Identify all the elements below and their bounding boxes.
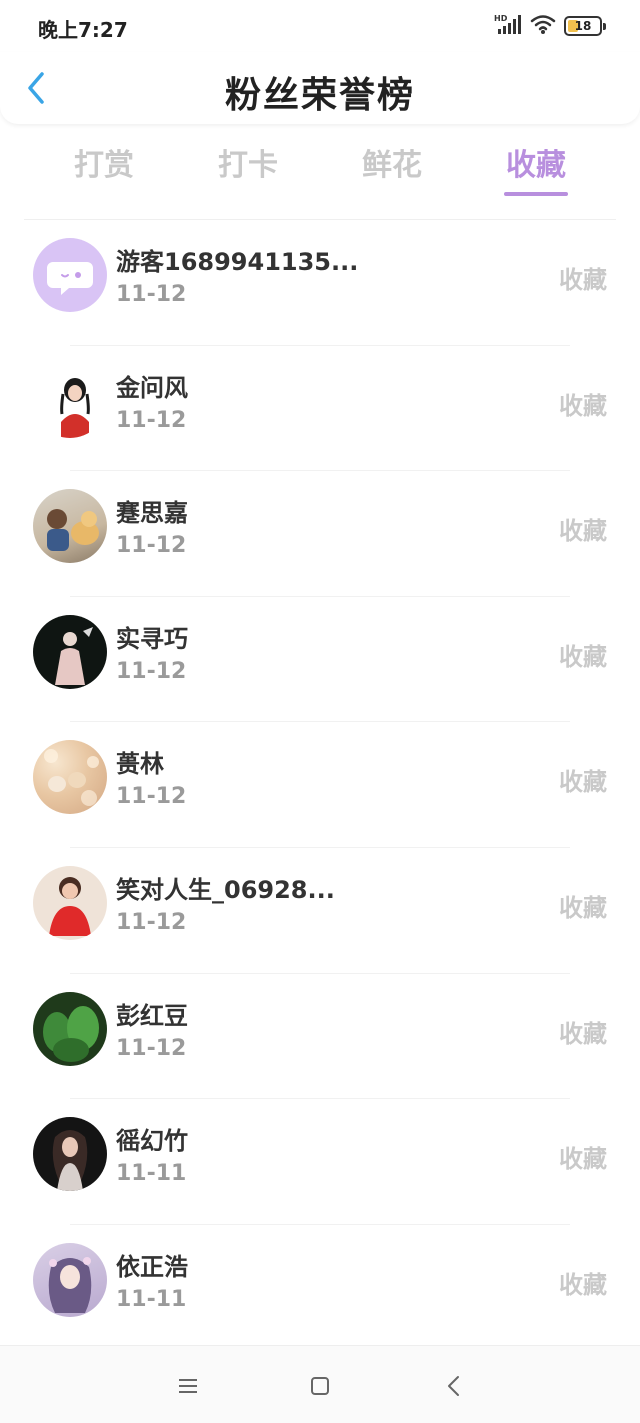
action-label: 收藏: [559, 1019, 607, 1048]
action-label: 收藏: [559, 391, 607, 420]
user-name: 蹇思嘉: [116, 499, 188, 528]
header: 粉丝荣誉榜: [0, 52, 640, 124]
list-item[interactable]: 笑对人生_06928... 11-12 收藏: [0, 848, 640, 974]
tab-label: 打卡: [218, 148, 278, 183]
avatar-image: [47, 509, 99, 552]
list-item[interactable]: 实寻巧 11-12 收藏: [0, 597, 640, 723]
avatar: [33, 489, 107, 564]
item-date: 11-11: [116, 1161, 187, 1187]
system-back-button[interactable]: [436, 1368, 472, 1404]
user-name: 实寻巧: [116, 624, 188, 653]
list-item[interactable]: 彭红豆 11-12 收藏: [0, 974, 640, 1100]
item-date: 11-12: [116, 784, 187, 810]
wifi-icon: [530, 13, 556, 39]
avatar-image: [48, 1256, 92, 1313]
screen: 晚上7:27 HD 18 粉丝荣誉榜 打赏 打卡 鲜花 收藏 游客1689941…: [0, 0, 640, 1423]
menu-button[interactable]: [170, 1368, 206, 1404]
chat-bubble-icon: [47, 262, 93, 295]
avatar: [33, 1242, 107, 1317]
active-tab-indicator: [504, 192, 568, 196]
list-item[interactable]: 游客1689941135... 11-12 收藏: [0, 220, 640, 346]
page-title: 粉丝荣誉榜: [224, 75, 415, 116]
user-name: 蒉林: [116, 750, 164, 779]
avatar-image: [52, 1130, 88, 1192]
avatar-image: [43, 1005, 99, 1062]
tab-flowers[interactable]: 鲜花: [320, 130, 464, 210]
avatar: [33, 1117, 107, 1192]
signal-icon: HD: [494, 13, 522, 39]
user-name: 徭幻竹: [116, 1127, 188, 1156]
action-label: 收藏: [559, 893, 607, 922]
avatar: [33, 614, 107, 689]
tab-bar: 打赏 打卡 鲜花 收藏: [32, 130, 608, 210]
user-name: 游客1689941135...: [116, 248, 359, 276]
avatar: [33, 740, 107, 815]
user-name: 依正浩: [116, 1252, 188, 1281]
item-date: 11-12: [116, 658, 187, 684]
user-name: 彭红豆: [116, 1001, 188, 1030]
avatar: [33, 865, 107, 940]
avatar: [33, 363, 107, 438]
item-date: 11-12: [116, 407, 187, 433]
battery-level: 18: [574, 19, 592, 33]
action-label: 收藏: [559, 517, 607, 546]
avatar: [33, 238, 107, 312]
back-icon: [448, 1376, 459, 1396]
menu-icon: [179, 1379, 197, 1393]
tab-favorites[interactable]: 收藏: [464, 130, 608, 210]
item-date: 11-12: [116, 1035, 187, 1061]
tab-label: 收藏: [506, 148, 566, 183]
tab-checkin[interactable]: 打卡: [176, 130, 320, 210]
avatar-image: [60, 377, 90, 438]
avatar-image: [55, 626, 93, 685]
item-date: 11-11: [116, 1286, 187, 1312]
action-label: 收藏: [559, 768, 607, 797]
network-label: HD: [494, 14, 508, 23]
item-date: 11-12: [116, 909, 187, 935]
tab-label: 打赏: [74, 148, 134, 183]
action-label: 收藏: [559, 642, 607, 671]
battery-icon: 18: [564, 16, 606, 36]
status-time: 晚上7:27: [38, 18, 128, 42]
list-item[interactable]: 蹇思嘉 11-12 收藏: [0, 471, 640, 597]
status-bar: 晚上7:27 HD 18: [0, 0, 640, 52]
list-item[interactable]: 依正浩 11-11 收藏: [0, 1225, 640, 1351]
fan-list: 游客1689941135... 11-12 收藏 金问风 11-12 收藏 蹇思…: [0, 220, 640, 1350]
action-label: 收藏: [559, 1145, 607, 1174]
avatar-image: [49, 876, 91, 936]
item-date: 11-12: [116, 533, 187, 559]
list-item[interactable]: 蒉林 11-12 收藏: [0, 722, 640, 848]
tab-reward[interactable]: 打赏: [32, 130, 176, 210]
action-label: 收藏: [559, 266, 607, 294]
user-name: 笑对人生_06928...: [116, 875, 335, 904]
action-label: 收藏: [559, 1270, 607, 1299]
avatar: [33, 991, 107, 1066]
status-icons: HD 18: [494, 13, 606, 39]
list-item[interactable]: 徭幻竹 11-11 收藏: [0, 1099, 640, 1225]
home-icon: [311, 1377, 329, 1395]
list-item[interactable]: 金问风 11-12 收藏: [0, 346, 640, 472]
avatar-image: [44, 749, 99, 807]
tab-label: 鲜花: [362, 148, 422, 183]
system-nav-bar: [0, 1345, 640, 1423]
home-button[interactable]: [302, 1368, 338, 1404]
item-date: 11-12: [116, 282, 187, 307]
user-name: 金问风: [116, 373, 188, 402]
